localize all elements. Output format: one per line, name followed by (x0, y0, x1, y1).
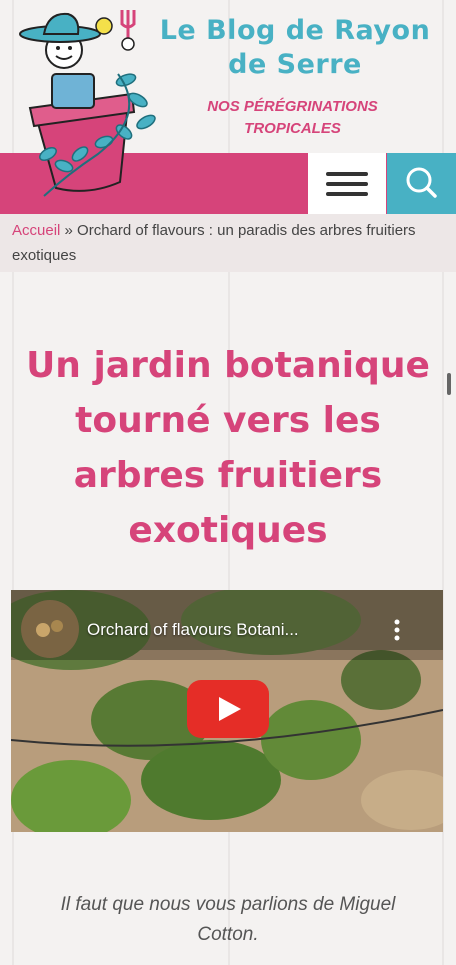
breadcrumb: Accueil » Orchard of flavours : un parad… (0, 214, 456, 272)
scrollbar-thumb[interactable] (447, 373, 451, 395)
more-options-icon[interactable] (391, 618, 403, 642)
article-headline: Un jardin botanique tourné vers les arbr… (26, 345, 430, 551)
search-icon (406, 167, 437, 198)
video-title[interactable]: Orchard of flavours Botani... (87, 620, 299, 640)
gardener-mascot-logo[interactable] (8, 4, 158, 204)
channel-avatar[interactable] (21, 600, 79, 658)
article-intro: Il faut que nous vous parlions de Miguel… (60, 894, 396, 945)
youtube-play-icon[interactable] (187, 680, 269, 738)
breadcrumb-separator: » (64, 222, 73, 239)
menu-button[interactable] (308, 153, 386, 214)
site-title[interactable]: Le Blog de Rayon de Serre (150, 14, 440, 82)
breadcrumb-home-link[interactable]: Accueil (12, 222, 60, 239)
breadcrumb-current: Orchard of flavours : un paradis des arb… (12, 222, 416, 264)
site-header: Le Blog de Rayon de Serre NOS PÉRÉGRINAT… (0, 0, 456, 197)
site-tagline: NOS PÉRÉGRINATIONS TROPICALES (207, 98, 378, 137)
search-button[interactable] (387, 153, 456, 214)
video-embed[interactable]: Orchard of flavours Botani... (11, 590, 443, 832)
